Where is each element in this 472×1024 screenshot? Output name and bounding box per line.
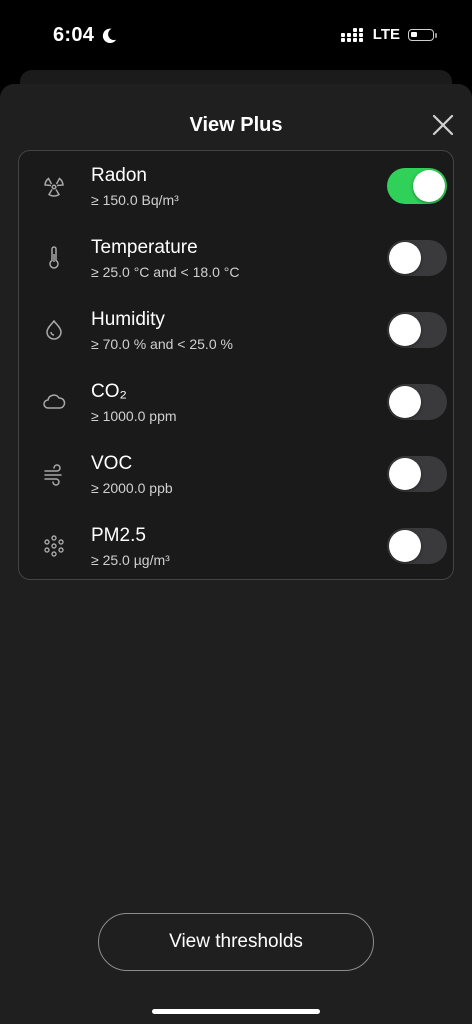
toggle-pm25[interactable] <box>387 528 447 564</box>
list-item-temperature: Temperature ≥ 25.0 °C and < 18.0 °C <box>19 223 453 295</box>
toggle-knob <box>389 242 421 274</box>
signal-icon <box>340 27 363 42</box>
moon-icon <box>103 28 117 43</box>
toggle-knob <box>389 458 421 490</box>
item-name: Temperature <box>91 237 198 258</box>
list-item-humidity: Humidity ≥ 70.0 % and < 25.0 % <box>19 295 453 367</box>
radiation-icon <box>44 177 64 197</box>
home-indicator[interactable] <box>152 1009 320 1014</box>
item-name: Humidity <box>91 309 165 330</box>
toggle-knob <box>389 386 421 418</box>
item-threshold: ≥ 25.0 °C and < 18.0 °C <box>91 264 240 280</box>
sheet-title: View Plus <box>189 114 283 136</box>
cloud-icon <box>43 394 66 409</box>
item-name: PM2.5 <box>91 525 146 546</box>
wind-icon <box>44 464 62 486</box>
toggle-radon[interactable] <box>387 168 447 204</box>
battery-level <box>411 31 417 37</box>
thermometer-icon <box>49 246 59 269</box>
item-threshold: ≥ 70.0 % and < 25.0 % <box>91 336 233 352</box>
status-time: 6:04 <box>53 24 118 47</box>
view-thresholds-button[interactable]: View thresholds <box>98 913 374 971</box>
toggle-temperature[interactable] <box>387 240 447 276</box>
item-threshold: ≥ 25.0 µg/m³ <box>91 552 170 568</box>
toggle-humidity[interactable] <box>387 312 447 348</box>
item-name: Radon <box>91 165 147 186</box>
item-threshold: ≥ 2000.0 ppb <box>91 480 173 496</box>
item-threshold: ≥ 150.0 Bq/m³ <box>91 192 179 208</box>
toggle-knob <box>413 170 445 202</box>
toggle-voc[interactable] <box>387 456 447 492</box>
list-item-pm25: PM2.5 ≥ 25.0 µg/m³ <box>19 511 453 583</box>
toggle-knob <box>389 530 421 562</box>
droplet-icon <box>46 319 62 340</box>
item-threshold: ≥ 1000.0 ppm <box>91 408 177 424</box>
status-time-text: 6:04 <box>53 24 95 46</box>
sensor-list-card: Radon ≥ 150.0 Bq/m³ Temperature ≥ 25.0 °… <box>18 150 454 580</box>
item-name: VOC <box>91 453 133 474</box>
item-name: CO₂ <box>91 381 127 402</box>
battery-icon <box>408 28 437 41</box>
particles-icon <box>44 535 64 557</box>
network-type: LTE <box>372 26 400 43</box>
status-right: LTE <box>340 26 437 43</box>
close-icon[interactable] <box>430 112 456 138</box>
toggle-co2[interactable] <box>387 384 447 420</box>
list-item-co2: CO₂ ≥ 1000.0 ppm <box>19 367 453 439</box>
list-item-voc: VOC ≥ 2000.0 ppb <box>19 439 453 511</box>
list-item-radon: Radon ≥ 150.0 Bq/m³ <box>19 151 453 223</box>
status-bar: 6:04 LTE <box>0 0 472 70</box>
toggle-knob <box>389 314 421 346</box>
